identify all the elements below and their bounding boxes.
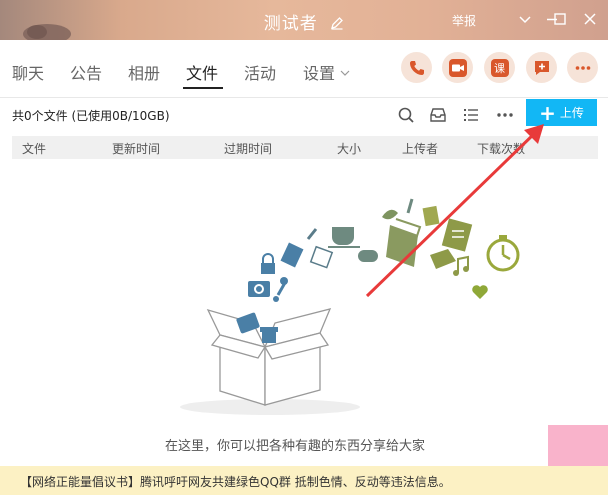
gamepad-icon <box>358 250 378 262</box>
message-plus-icon <box>534 60 549 75</box>
group-tabs: 聊天 公告 相册 文件 活动 设置 课 <box>0 40 608 98</box>
heart-icon <box>472 285 488 299</box>
column-expires[interactable]: 过期时间 <box>224 140 272 157</box>
chevron-down-icon <box>340 70 350 76</box>
file-count-text: 共0个文件 (已使用0B/10GB) <box>12 109 170 123</box>
tab-settings-label: 设置 <box>303 64 336 83</box>
empty-state-tip: 在这里，你可以把各种有趣的东西分享给大家 <box>165 439 426 454</box>
gift-icon <box>260 327 278 343</box>
tab-chat[interactable]: 聊天 <box>12 60 44 84</box>
dropdown-chevron-icon[interactable] <box>517 11 533 27</box>
active-tab-indicator <box>183 87 223 89</box>
column-downloads[interactable]: 下载次数 <box>477 140 525 157</box>
open-box-icon <box>206 308 332 406</box>
edit-pencil-icon[interactable] <box>330 16 344 30</box>
video-call-button[interactable] <box>442 52 473 83</box>
chat-message-button[interactable] <box>526 52 557 83</box>
empty-files-illustration <box>180 198 520 415</box>
upload-button[interactable]: + 上传 <box>526 99 597 126</box>
more-dots-icon <box>575 65 590 70</box>
report-link[interactable]: 举报 <box>452 12 476 29</box>
column-file[interactable]: 文件 <box>22 140 46 157</box>
plus-icon: + <box>539 100 556 125</box>
more-options-icon[interactable] <box>495 105 515 125</box>
notice-banner[interactable]: 【网络正能量倡议书】腾讯呼吁网友共建绿色QQ群 抵制色情、反动等违法信息。 <box>0 466 608 495</box>
pencil-icon <box>306 228 318 240</box>
file-table-header: 文件 更新时间 过期时间 大小 上传者 下载次数 <box>12 136 598 159</box>
column-uploader[interactable]: 上传者 <box>402 140 438 157</box>
title-bar: 测试者 举报 <box>0 0 608 40</box>
coffee-cup-icon <box>328 227 360 248</box>
camera-icon <box>248 281 270 297</box>
tag-icon <box>430 249 456 269</box>
calendar-icon <box>309 245 334 269</box>
tab-activity[interactable]: 活动 <box>244 60 276 84</box>
list-view-icon[interactable] <box>461 105 481 125</box>
maximize-icon[interactable] <box>552 11 568 27</box>
tab-album[interactable]: 相册 <box>128 60 160 84</box>
music-note-icon <box>453 255 469 276</box>
video-camera-icon <box>448 58 467 77</box>
column-size[interactable]: 大小 <box>337 140 361 157</box>
close-icon[interactable] <box>582 11 598 27</box>
leaf-icon <box>382 209 398 220</box>
upload-button-label: 上传 <box>559 106 584 120</box>
course-icon: 课 <box>490 58 509 77</box>
voice-call-button[interactable] <box>401 52 432 83</box>
stopwatch-icon <box>486 235 520 272</box>
course-button[interactable]: 课 <box>484 52 515 83</box>
search-icon[interactable] <box>396 105 416 125</box>
inbox-icon[interactable] <box>428 105 448 125</box>
notebook-icon <box>441 218 473 252</box>
badge-icon <box>422 205 440 227</box>
tab-files[interactable]: 文件 <box>186 60 218 84</box>
lock-icon <box>261 253 275 274</box>
phone-icon <box>409 60 424 75</box>
tab-settings[interactable]: 设置 <box>303 60 350 84</box>
tab-announcement[interactable]: 公告 <box>70 60 102 84</box>
pen-icon <box>406 198 414 214</box>
more-actions-button[interactable] <box>567 52 598 83</box>
files-toolbar: 共0个文件 (已使用0B/10GB) + 上传 <box>0 99 608 134</box>
notice-text: 【网络正能量倡议书】腾讯呼吁网友共建绿色QQ群 抵制色情、反动等违法信息。 <box>20 475 451 489</box>
column-updated[interactable]: 更新时间 <box>112 140 160 157</box>
folder-icon <box>386 218 422 267</box>
pin-icon <box>280 277 288 285</box>
document-icon <box>280 242 304 268</box>
window-title-text: 测试者 <box>263 14 318 34</box>
